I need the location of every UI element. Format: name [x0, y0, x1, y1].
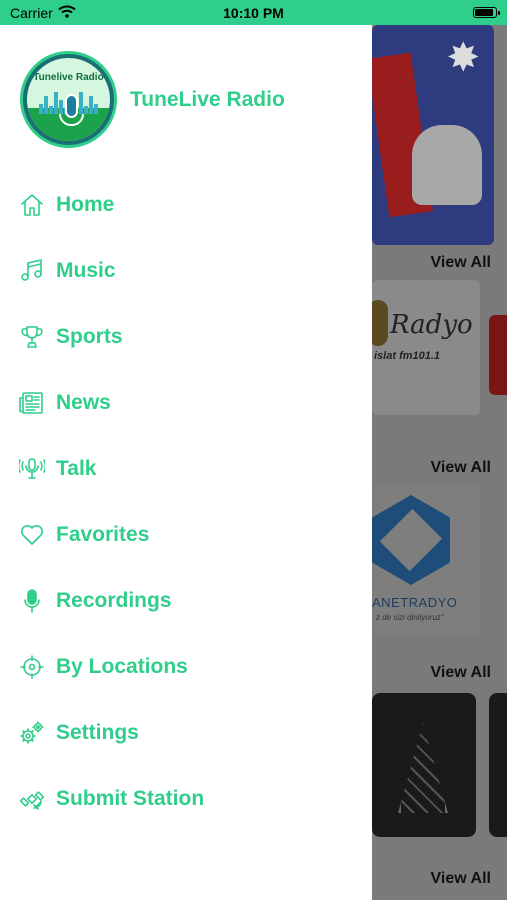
drawer-header: Tunelive Radio TuneLive Radio	[20, 51, 285, 148]
menu-item-label: Music	[56, 259, 116, 282]
station-logo-subtext: z de sizi dinliyoruz"	[376, 613, 444, 622]
background-screen[interactable]: ✸ View All Radyo islat fm101.1 View All …	[372, 25, 507, 900]
menu-item-by-locations[interactable]: By Locations	[18, 645, 348, 689]
station-card[interactable]: Radyo islat fm101.1	[372, 280, 480, 415]
app-logo: Tunelive Radio	[20, 51, 117, 148]
station-logo-text: ANETRADYO	[372, 595, 458, 610]
heart-icon	[18, 521, 46, 549]
menu-item-music[interactable]: Music	[18, 249, 348, 293]
menu-item-favorites[interactable]: Favorites	[18, 513, 348, 557]
menu-item-label: Sports	[56, 325, 123, 348]
station-card[interactable]	[489, 693, 507, 837]
menu-item-sports[interactable]: Sports	[18, 315, 348, 359]
view-all-link[interactable]: View All	[431, 870, 491, 888]
station-logo-text: Radyo	[390, 310, 473, 340]
wifi-icon	[58, 5, 76, 21]
menu-item-label: Home	[56, 193, 115, 216]
home-icon	[18, 191, 46, 219]
microphone-image	[372, 300, 388, 346]
menu-item-settings[interactable]: Settings	[18, 711, 348, 755]
view-all-link[interactable]: View All	[431, 254, 491, 272]
station-logo-subtext: islat fm101.1	[374, 350, 441, 362]
battery-icon	[473, 7, 500, 18]
radio-tower-icon	[398, 723, 448, 813]
carrier-label: Carrier	[10, 4, 53, 21]
station-card[interactable]: ANETRADYO z de sizi dinliyoruz"	[372, 485, 480, 635]
microphone-icon	[18, 587, 46, 615]
menu-item-label: Recordings	[56, 589, 172, 612]
side-drawer: Tunelive Radio TuneLive Radio Home Music	[0, 25, 372, 900]
banner-hand-shape	[412, 125, 482, 205]
menu-item-submit-station[interactable]: Submit Station	[18, 777, 348, 821]
podcast-icon	[18, 455, 46, 483]
menu-item-news[interactable]: News	[18, 381, 348, 425]
star-icon: ✸	[446, 36, 480, 80]
menu-item-label: Submit Station	[56, 787, 205, 810]
view-all-link[interactable]: View All	[431, 459, 491, 477]
station-card[interactable]	[372, 693, 476, 837]
trophy-icon	[18, 323, 46, 351]
menu-item-talk[interactable]: Talk	[18, 447, 348, 491]
music-note-icon	[18, 257, 46, 285]
menu-item-label: News	[56, 391, 111, 414]
menu-item-label: Talk	[56, 457, 97, 480]
location-target-icon	[18, 653, 46, 681]
status-bar: Carrier 10:10 PM	[0, 0, 507, 25]
view-all-link[interactable]: View All	[431, 664, 491, 682]
newspaper-icon	[18, 389, 46, 417]
status-time: 10:10 PM	[223, 4, 284, 21]
logo-inner: Tunelive Radio	[27, 58, 110, 141]
app-title: TuneLive Radio	[130, 87, 285, 111]
featured-banner[interactable]: ✸	[372, 25, 494, 245]
gears-icon	[18, 719, 46, 747]
satellite-icon	[18, 785, 46, 813]
battery-fill	[475, 9, 494, 16]
menu-item-label: By Locations	[56, 655, 188, 678]
menu-item-label: Settings	[56, 721, 139, 744]
station-card[interactable]	[489, 315, 507, 395]
menu-item-home[interactable]: Home	[18, 183, 348, 227]
status-left: Carrier	[10, 5, 76, 21]
menu-item-label: Favorites	[56, 523, 150, 546]
logo-text: Tunelive Radio	[33, 72, 104, 83]
menu-item-recordings[interactable]: Recordings	[18, 579, 348, 623]
